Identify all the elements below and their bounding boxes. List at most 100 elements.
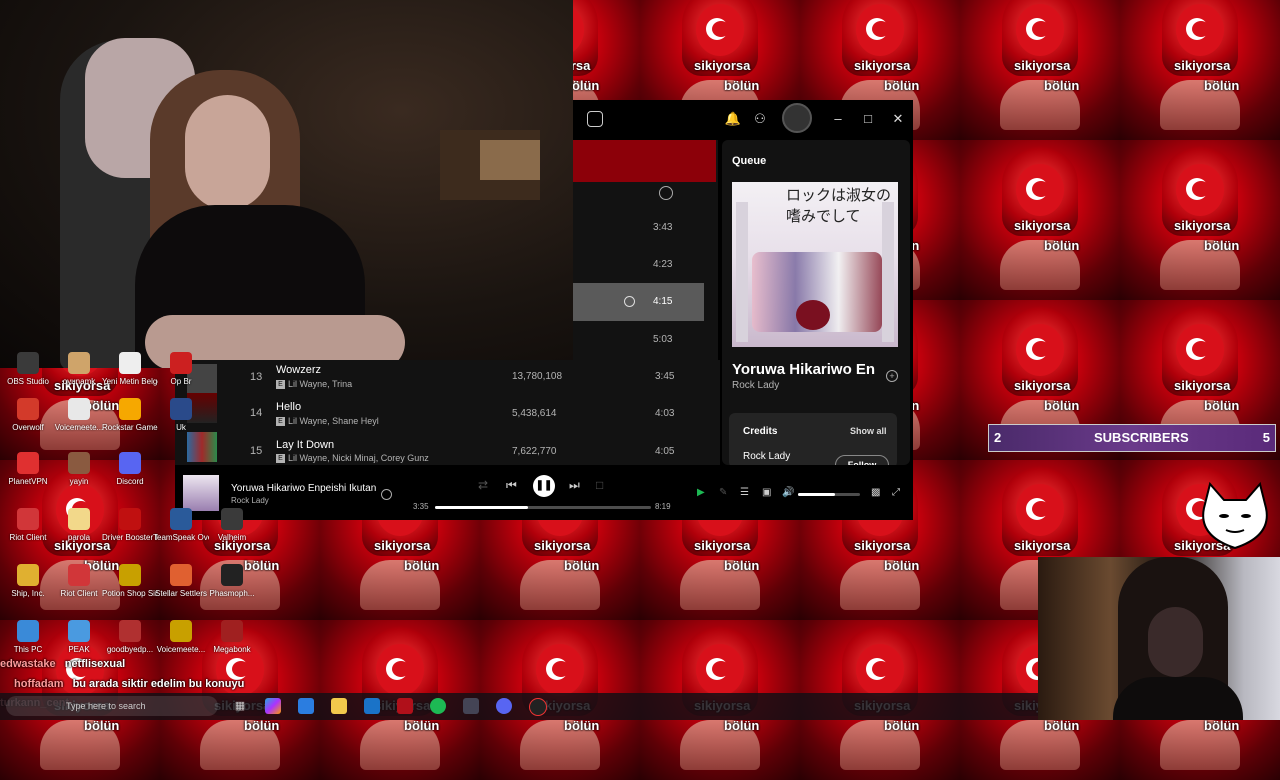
lyrics-icon[interactable]: ✎ bbox=[719, 487, 727, 498]
track-artist[interactable]: E Lil Wayne, Nicki Minaj, Corey Gunz bbox=[276, 453, 429, 463]
desktop-icon[interactable]: Riot Client bbox=[0, 508, 56, 542]
desktop-app-icon bbox=[119, 452, 141, 474]
desktop-icon[interactable]: TeamSpeak Overlay bbox=[153, 508, 209, 542]
now-playing-title[interactable]: Yoruwa Hikariwo En bbox=[732, 361, 882, 378]
tile-caption: sikiyorsa bbox=[1014, 218, 1071, 233]
crescent-icon bbox=[706, 658, 730, 680]
now-playing-artist[interactable]: Rock Lady bbox=[732, 380, 779, 391]
desktop-icon[interactable]: Uk bbox=[153, 398, 209, 432]
volume-icon[interactable]: 🔊 bbox=[782, 487, 794, 498]
desktop-icon[interactable]: yayin bbox=[51, 452, 107, 486]
queue-icon[interactable]: ☰ bbox=[740, 487, 749, 498]
desktop-icon[interactable]: Phasmoph... bbox=[204, 564, 260, 598]
task-view-icon[interactable]: ▦ bbox=[232, 698, 248, 714]
app-icon[interactable] bbox=[463, 698, 479, 714]
track-title[interactable]: Lay It Down bbox=[276, 439, 334, 451]
spotify-icon[interactable] bbox=[430, 698, 446, 714]
friends-icon[interactable]: ⚇ bbox=[751, 110, 769, 128]
fullscreen-icon[interactable]: ⤢ bbox=[892, 487, 900, 498]
miniplayer-icon[interactable]: ▩ bbox=[871, 487, 880, 498]
track-artist[interactable]: E Lil Wayne, Shane Heyl bbox=[276, 416, 379, 426]
crescent-icon bbox=[1186, 178, 1210, 200]
edge-icon[interactable] bbox=[298, 698, 314, 714]
pause-button[interactable]: ❚❚ bbox=[533, 475, 555, 497]
desktop-app-icon bbox=[17, 452, 39, 474]
desktop-icon[interactable]: Driver Booster f... bbox=[102, 508, 158, 542]
tile-caption: bölün bbox=[1044, 78, 1080, 93]
desktop-icon[interactable]: Op Br bbox=[153, 352, 209, 386]
explicit-badge: E bbox=[276, 454, 285, 463]
desktop-icon[interactable]: Riot Client bbox=[51, 564, 107, 598]
taskbar-search[interactable]: Type here to search bbox=[6, 696, 218, 716]
desktop-icons: OBS Studio oyunamk Yeni Metin Belgesi Op Br… bbox=[0, 352, 260, 660]
desktop-icon[interactable]: PlanetVPN bbox=[0, 452, 56, 486]
desktop-icon[interactable]: PEAK bbox=[51, 620, 107, 654]
minimize-icon[interactable]: – bbox=[829, 110, 847, 128]
track-duration: 5:03 bbox=[653, 334, 673, 345]
track-artist-name[interactable]: Lil Wayne, Nicki Minaj, Corey Gunz bbox=[288, 453, 429, 463]
second-webcam-feed bbox=[1038, 557, 1280, 720]
progress-bar[interactable] bbox=[435, 506, 651, 509]
shuffle-icon[interactable]: ⇄ bbox=[478, 478, 488, 492]
desktop-icon[interactable]: Ship, Inc. bbox=[0, 564, 56, 598]
track-artist-name[interactable]: Lil Wayne, Shane Heyl bbox=[288, 416, 379, 426]
radio-icon[interactable] bbox=[587, 111, 603, 127]
outlook-icon[interactable] bbox=[364, 698, 380, 714]
file-explorer-icon[interactable] bbox=[331, 698, 347, 714]
desktop-icon-label: parola bbox=[67, 533, 91, 542]
track-artist-name[interactable]: Lil Wayne, Trina bbox=[288, 379, 352, 389]
avatar[interactable] bbox=[782, 103, 812, 133]
track-artist[interactable]: E Lil Wayne, Trina bbox=[276, 379, 352, 389]
desktop-icon[interactable]: Voicemeete... bbox=[51, 398, 107, 432]
desktop-icon-label: Riot Client bbox=[60, 589, 98, 598]
tracklist-row-highlight[interactable] bbox=[573, 283, 704, 321]
desktop-icon[interactable]: Discord bbox=[102, 452, 158, 486]
track-duration: 4:05 bbox=[655, 446, 675, 457]
desktop-icon[interactable]: Yeni Metin Belgesi bbox=[102, 352, 158, 386]
track-title[interactable]: Wowzerz bbox=[276, 364, 321, 376]
volume-slider[interactable] bbox=[798, 493, 860, 496]
tile-caption: bölün bbox=[1204, 238, 1240, 253]
tile-caption: sikiyorsa bbox=[1014, 538, 1071, 553]
bell-icon[interactable]: 🔔 bbox=[724, 110, 742, 128]
desktop-icon[interactable]: Stellar Settlers bbox=[153, 564, 209, 598]
desktop-icon[interactable]: oyunamk bbox=[51, 352, 107, 386]
add-to-playlist-icon[interactable] bbox=[624, 296, 635, 307]
desktop-icon-label: oyunamk bbox=[62, 377, 96, 386]
next-icon[interactable]: ⏭ bbox=[569, 478, 580, 493]
show-all-link[interactable]: Show all bbox=[850, 426, 887, 436]
desktop-icon[interactable]: goodbyedp... bbox=[102, 620, 158, 654]
desktop-icon[interactable]: This PC bbox=[0, 620, 56, 654]
track-title[interactable]: Hello bbox=[276, 401, 301, 413]
desktop-icon[interactable]: Megabonk bbox=[204, 620, 260, 654]
repeat-icon[interactable]: □ bbox=[596, 478, 603, 492]
add-icon[interactable] bbox=[381, 489, 392, 500]
obs-icon[interactable] bbox=[529, 698, 547, 716]
media-app-icon[interactable] bbox=[397, 698, 413, 714]
maximize-icon[interactable]: □ bbox=[859, 110, 877, 128]
desktop-icon[interactable]: Voicemeete... bbox=[153, 620, 209, 654]
search-placeholder: Type here to search bbox=[66, 701, 146, 711]
crescent-icon bbox=[226, 658, 250, 680]
desktop-icon-label: yayin bbox=[69, 477, 89, 486]
desktop-icon[interactable]: Rockstar Games ... bbox=[102, 398, 158, 432]
copilot-icon[interactable] bbox=[265, 698, 281, 714]
credits-artist[interactable]: Rock Lady bbox=[743, 451, 790, 462]
close-icon[interactable]: ✕ bbox=[889, 110, 907, 128]
now-playing-view-icon[interactable]: ▶ bbox=[697, 487, 705, 498]
desktop-icon[interactable]: parola bbox=[51, 508, 107, 542]
desktop-icon[interactable]: Valheim bbox=[204, 508, 260, 542]
add-icon[interactable]: + bbox=[886, 370, 898, 382]
desktop-icon[interactable]: Potion Shop Simulator bbox=[102, 564, 158, 598]
desktop-icon-label: Voicemeete... bbox=[54, 423, 104, 432]
wallpaper-tile: sikiyorsa bölün bbox=[1120, 0, 1280, 140]
subscribers-goal-bar: 2 SUBSCRIBERS 5 bbox=[988, 424, 1276, 452]
chat-username: edwastake bbox=[0, 658, 56, 670]
desktop-icon[interactable]: OBS Studio bbox=[0, 352, 56, 386]
desktop-icon[interactable]: Overwolf bbox=[0, 398, 56, 432]
previous-icon[interactable]: ⏮ bbox=[506, 478, 517, 493]
discord-icon[interactable] bbox=[496, 698, 512, 714]
tile-caption: bölün bbox=[404, 718, 440, 733]
device-icon[interactable]: ▣ bbox=[762, 487, 771, 498]
wallpaper-tile: sikiyorsa bölün bbox=[960, 140, 1120, 300]
